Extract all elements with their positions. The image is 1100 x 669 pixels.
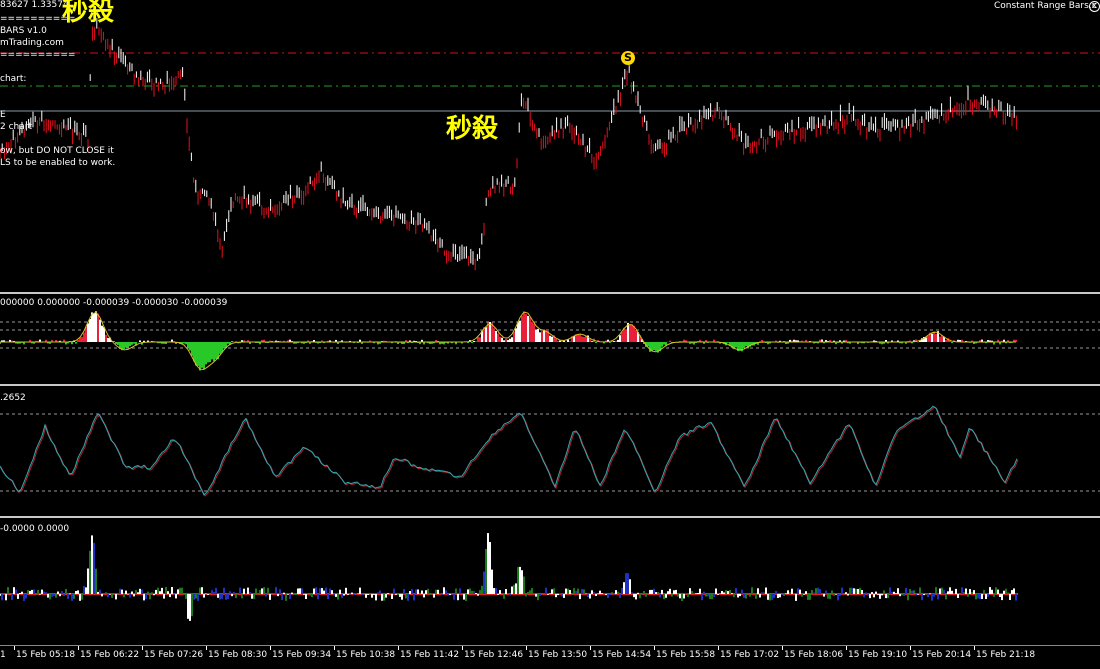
main-price-pane[interactable]: 83627 1.33574 Constant Range Bars.x C ==…	[0, 0, 1100, 292]
indicator-2-values: .2652	[0, 393, 26, 403]
signal-marker: S	[621, 51, 635, 65]
indicator-pane-1[interactable]: 000000 0.000000 -0.000039 -0.000030 -0.0…	[0, 295, 1100, 384]
time-tick-label: 15 Feb 13:50	[528, 650, 588, 660]
oscillator-signal	[0, 406, 1019, 497]
time-tick-label: 15 Feb 21:18	[976, 650, 1036, 660]
pane-separator[interactable]	[0, 384, 1100, 386]
pane-separator[interactable]	[0, 292, 1100, 294]
oscillator-indicator	[0, 405, 1100, 497]
time-tick-mark	[526, 646, 527, 650]
time-tick-mark	[974, 646, 975, 650]
info-line: chart:	[0, 74, 27, 84]
info-line: LS to be enabled to work.	[0, 158, 116, 168]
info-line: ow, but DO NOT CLOSE it	[0, 146, 114, 156]
time-tick-label: 15 Feb 07:26	[144, 650, 204, 660]
time-tick-mark	[910, 646, 911, 650]
time-tick-mark	[590, 646, 591, 650]
time-tick-label: 15 Feb 19:10	[848, 650, 908, 660]
info-line: ==========	[0, 50, 76, 60]
close-indicator-icon[interactable]: C	[1089, 1, 1100, 12]
annotation-label: 秒殺	[62, 0, 115, 27]
price-header: 83627 1.33574	[0, 0, 69, 10]
time-tick-label: 15 Feb 08:30	[208, 650, 268, 660]
time-tick-mark	[78, 646, 79, 650]
info-line: 2 chart	[0, 122, 32, 132]
info-line: BARS v1.0	[0, 26, 47, 36]
time-tick-mark	[14, 646, 15, 650]
indicator-3-values: -0.0000 0.0000	[0, 524, 70, 534]
volume-histogram	[0, 533, 1018, 621]
indicator-name: Constant Range Bars.x	[994, 1, 1097, 11]
time-tick-label: 15 Feb 20:14	[912, 650, 972, 660]
time-tick-label: 15 Feb 11:42	[400, 650, 460, 660]
indicator-1-values: 000000 0.000000 -0.000039 -0.000030 -0.0…	[0, 298, 228, 308]
time-tick-label: 15 Feb 10:38	[336, 650, 396, 660]
time-tick-label: 15 Feb 17:02	[720, 650, 780, 660]
time-tick-mark	[462, 646, 463, 650]
time-axis-first: 1	[0, 650, 6, 660]
time-tick-mark	[270, 646, 271, 650]
time-tick-label: 15 Feb 15:58	[656, 650, 716, 660]
info-line: mTrading.com	[0, 38, 64, 48]
time-tick-label: 15 Feb 18:06	[784, 650, 844, 660]
price-bars-canvas	[0, 18, 1100, 271]
time-tick-mark	[334, 646, 335, 650]
time-tick-mark	[206, 646, 207, 650]
indicator-pane-3[interactable]: -0.0000 0.0000	[0, 519, 1100, 645]
info-line: E	[0, 110, 6, 120]
time-tick-label: 15 Feb 14:54	[592, 650, 652, 660]
time-tick-mark	[654, 646, 655, 650]
time-tick-label: 15 Feb 06:22	[80, 650, 140, 660]
time-axis: 1 15 Feb 05:18 15 Feb 06:22 15 Feb 07:26 15…	[0, 646, 1100, 669]
indicator-pane-2[interactable]: .2652	[0, 387, 1100, 516]
annotation-label: 秒殺	[446, 114, 499, 144]
time-tick-mark	[142, 646, 143, 650]
pane-separator[interactable]	[0, 516, 1100, 518]
time-tick-label: 15 Feb 05:18	[16, 650, 76, 660]
time-tick-mark	[782, 646, 783, 650]
time-tick-label: 15 Feb 09:34	[272, 650, 332, 660]
time-tick-mark	[398, 646, 399, 650]
oscillator-line	[0, 405, 1018, 496]
time-tick-mark	[718, 646, 719, 650]
time-tick-mark	[846, 646, 847, 650]
time-tick-label: 15 Feb 12:46	[464, 650, 524, 660]
